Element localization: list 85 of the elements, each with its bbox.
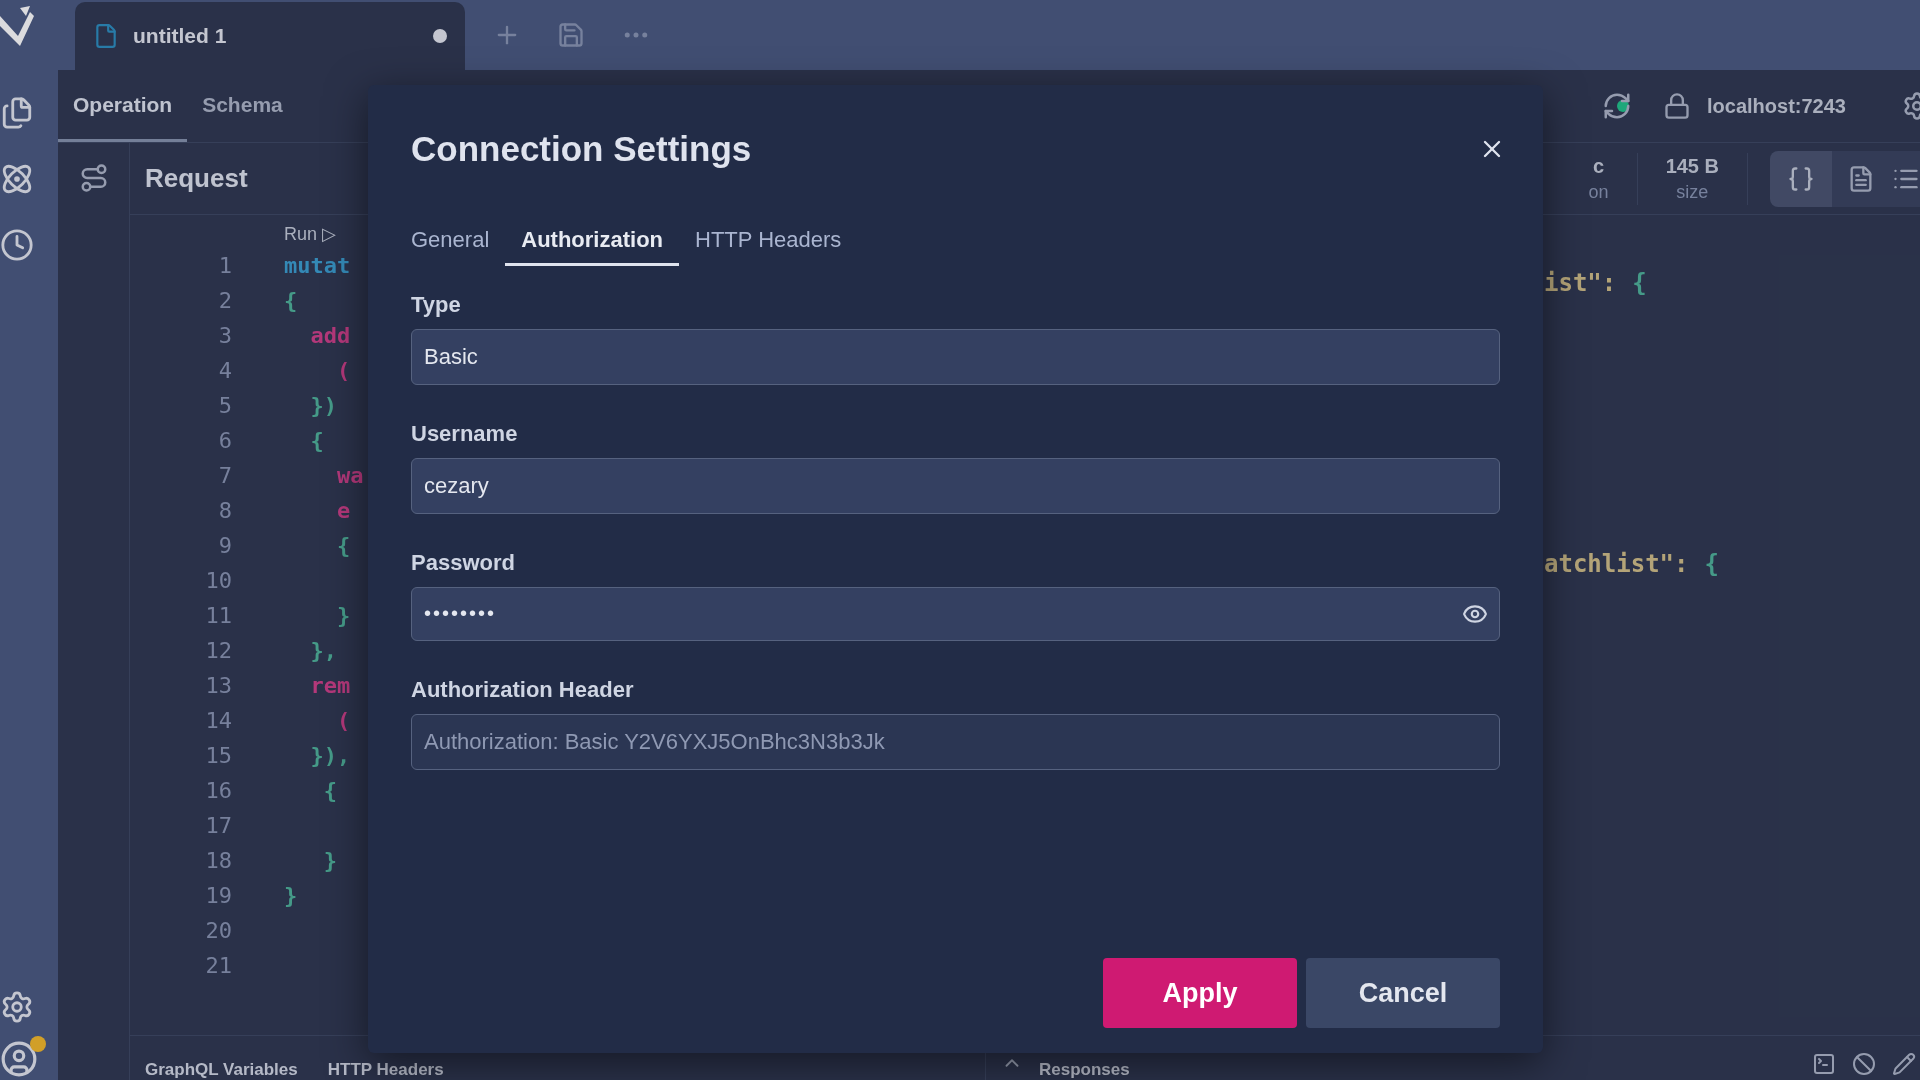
pencil-icon[interactable] bbox=[1892, 1052, 1916, 1076]
line-number: 17 bbox=[204, 812, 232, 840]
clear-icon[interactable] bbox=[1852, 1052, 1876, 1076]
type-select[interactable]: Basic bbox=[411, 328, 1500, 385]
line-number: 7 bbox=[217, 462, 232, 490]
text-field[interactable]: Authorization: Basic Y2V6YXJ5OnBhc3N3b3Jk bbox=[411, 713, 1500, 770]
code-text: mutat bbox=[284, 252, 351, 280]
line-number: 16 bbox=[204, 777, 232, 805]
code-text: } bbox=[322, 847, 337, 875]
stat-label: on bbox=[1588, 180, 1609, 204]
braces-icon bbox=[1787, 164, 1815, 193]
stat-label: size bbox=[1676, 180, 1709, 204]
dialog-tab[interactable]: General bbox=[411, 215, 506, 266]
password-field[interactable]: •••••••• bbox=[411, 586, 1500, 641]
document-tab[interactable]: untitled 1 bbox=[75, 2, 465, 70]
dialog-tab[interactable]: HTTP Headers bbox=[679, 215, 858, 266]
code-text: { bbox=[335, 532, 351, 560]
apply-button[interactable]: Apply bbox=[1103, 958, 1297, 1028]
field-label: Password bbox=[411, 548, 516, 577]
line-number: 10 bbox=[204, 567, 232, 595]
code-text: wa bbox=[335, 462, 364, 490]
view-tab[interactable]: Schema bbox=[187, 70, 298, 142]
field-label: Username bbox=[411, 419, 519, 448]
line-number: 4 bbox=[217, 357, 232, 385]
line-number: 1 bbox=[217, 252, 232, 280]
stat-value: 145 B bbox=[1665, 153, 1719, 179]
line-number: 11 bbox=[204, 602, 232, 630]
responses-title: Responses bbox=[1039, 1060, 1130, 1079]
text-field[interactable]: cezary bbox=[411, 457, 1500, 514]
stat-value: c bbox=[1593, 153, 1605, 179]
code-text: } bbox=[335, 602, 351, 630]
line-number: 6 bbox=[217, 427, 232, 455]
code-text: add bbox=[309, 322, 351, 350]
code-text: ( bbox=[335, 707, 351, 735]
line-number: 13 bbox=[204, 672, 232, 700]
view-tab[interactable]: Operation bbox=[58, 70, 188, 142]
code-text: }, bbox=[309, 637, 337, 665]
line-number: 20 bbox=[204, 917, 232, 945]
document-view-button[interactable] bbox=[1832, 150, 1890, 207]
json-brace: { bbox=[1632, 268, 1647, 299]
settings-icon[interactable] bbox=[0, 990, 34, 1024]
line-number: 14 bbox=[204, 707, 232, 735]
line-number: 12 bbox=[204, 637, 232, 665]
clock-icon[interactable] bbox=[0, 228, 34, 262]
refresh-icon[interactable] bbox=[1602, 91, 1633, 121]
code-text: { bbox=[322, 777, 337, 805]
json-brace: { bbox=[1704, 549, 1719, 580]
code-text: }) bbox=[309, 392, 337, 420]
atom-icon[interactable] bbox=[0, 162, 34, 196]
json-view-button[interactable] bbox=[1770, 150, 1832, 207]
line-number: 8 bbox=[217, 497, 232, 525]
line-number: 5 bbox=[217, 392, 232, 420]
code-text: rem bbox=[309, 672, 351, 700]
host-label[interactable]: localhost:7243 bbox=[1707, 91, 1846, 121]
code-text: } bbox=[284, 882, 298, 910]
files-icon[interactable] bbox=[0, 96, 34, 130]
line-number: 2 bbox=[217, 287, 232, 315]
terminal-icon[interactable] bbox=[1812, 1052, 1836, 1076]
line-number: 19 bbox=[204, 882, 232, 910]
line-number: 15 bbox=[204, 742, 232, 770]
user-icon[interactable] bbox=[0, 1040, 38, 1078]
file-icon bbox=[93, 23, 119, 49]
field-label: Type bbox=[411, 290, 462, 319]
dialog-tab[interactable]: Authorization bbox=[505, 215, 680, 266]
json-key: ist": bbox=[1544, 265, 1617, 301]
json-key: atchlist": bbox=[1544, 546, 1689, 582]
code-text: e bbox=[335, 497, 351, 525]
list-view-button[interactable] bbox=[1890, 150, 1920, 207]
lock-icon bbox=[1663, 92, 1692, 120]
line-number: 9 bbox=[217, 532, 232, 560]
line-number: 21 bbox=[204, 952, 232, 980]
bottom-tab[interactable]: GraphQL Variables bbox=[145, 1060, 298, 1079]
line-number: 18 bbox=[204, 847, 232, 875]
bottom-tab[interactable]: HTTP Headers bbox=[327, 1060, 444, 1079]
dialog-title: Connection Settings bbox=[411, 128, 752, 170]
code-text: }), bbox=[309, 742, 351, 770]
code-text: ( bbox=[335, 357, 351, 385]
request-title: Request bbox=[145, 162, 248, 195]
run-button[interactable]: Run ▷ bbox=[284, 221, 337, 248]
code-text: { bbox=[284, 287, 298, 315]
field-label: Authorization Header bbox=[411, 675, 635, 704]
document-title: untitled 1 bbox=[133, 23, 227, 50]
code-text: { bbox=[309, 427, 324, 455]
line-number: 3 bbox=[217, 322, 232, 350]
cancel-button[interactable]: Cancel bbox=[1306, 958, 1500, 1028]
